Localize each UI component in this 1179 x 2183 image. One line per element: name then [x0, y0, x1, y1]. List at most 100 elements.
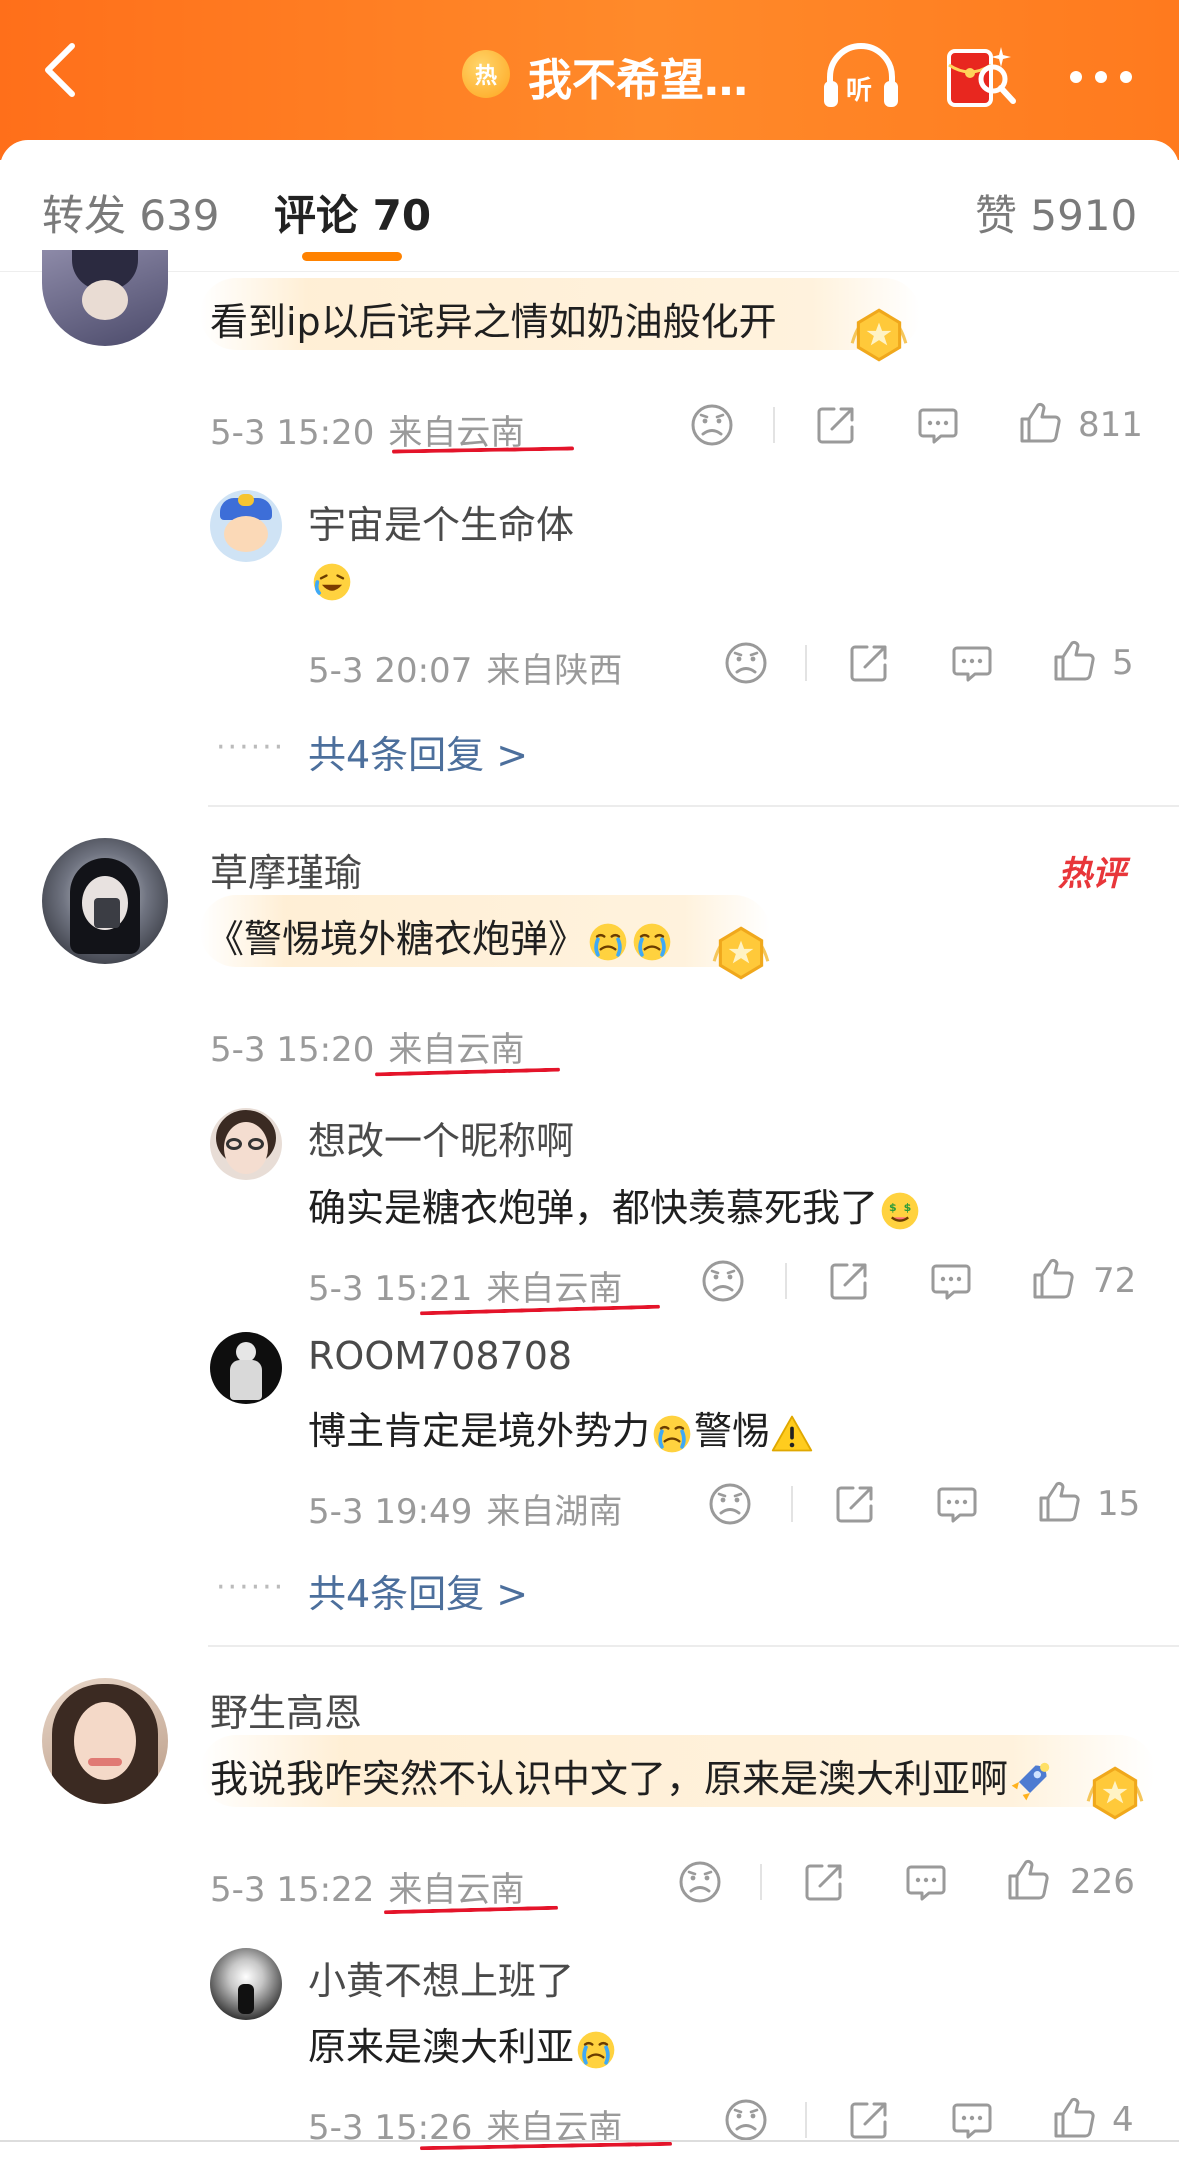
action-separator	[805, 2102, 807, 2138]
thumbs-up-icon[interactable]	[1004, 1856, 1052, 1904]
avatar[interactable]	[42, 250, 168, 346]
tab-comments[interactable]: 评论 70	[274, 182, 431, 243]
more-replies-link[interactable]: 共4条回复 >	[308, 724, 528, 779]
avatar[interactable]	[42, 838, 168, 964]
sad-face-icon[interactable]	[706, 1480, 754, 1528]
like-count: 5	[1112, 643, 1134, 683]
reply-time: 5-3 15:21	[308, 1269, 473, 1309]
avatar[interactable]	[42, 1678, 168, 1804]
hot-comment-badge: 热评	[1058, 854, 1126, 894]
reply-meta: 5-3 19:49 来自湖南	[308, 1484, 622, 1533]
avatar[interactable]	[210, 490, 282, 562]
comment-icon[interactable]	[927, 1257, 975, 1305]
comment-author-name[interactable]: 草摩瑾瑜	[210, 842, 362, 897]
rocket-emoji-icon	[1008, 1760, 1052, 1804]
comment-time: 5-3 15:20	[210, 1030, 375, 1070]
like-count: 72	[1093, 1261, 1137, 1301]
sad-face-icon[interactable]	[688, 401, 736, 449]
reply-text-content: 警惕	[694, 1409, 771, 1453]
more-replies-dots: ······	[216, 730, 286, 765]
action-separator	[791, 1486, 793, 1522]
reply-text: 确实是糖衣炮弹，都快羡慕死我了	[308, 1177, 922, 1233]
thumbs-up-icon[interactable]	[1016, 399, 1064, 447]
reply-time: 5-3 15:26	[308, 2108, 473, 2148]
active-tab-indicator	[302, 252, 402, 261]
reply-author-name[interactable]: 小黄不想上班了	[308, 1950, 574, 2005]
thumbs-up-icon[interactable]	[1029, 1255, 1077, 1303]
crying-emoji-icon	[630, 920, 674, 964]
back-arrow-icon	[45, 43, 75, 97]
share-icon[interactable]	[831, 1480, 879, 1528]
more-replies-link[interactable]: 共4条回复 >	[308, 1563, 528, 1618]
thumbs-up-icon[interactable]	[1050, 2094, 1098, 2142]
comment-icon[interactable]	[902, 1858, 950, 1906]
reply-author-name[interactable]: 想改一个昵称啊	[308, 1110, 574, 1165]
comment-text: 我说我咋突然不认识中文了，原来是澳大利亚啊	[210, 1748, 1052, 1804]
avatar[interactable]	[210, 1108, 282, 1180]
reply-text-content: 博主肯定是境外势力	[308, 1409, 651, 1453]
share-icon[interactable]	[845, 639, 893, 687]
comment-time: 5-3 15:20	[210, 413, 375, 453]
comment-location: 来自云南	[388, 1030, 525, 1070]
thumbs-up-icon[interactable]	[1050, 637, 1098, 685]
action-separator	[805, 645, 807, 681]
comment-author-name[interactable]: 野生高恩	[210, 1682, 362, 1737]
comment-meta: 5-3 15:20 来自云南	[210, 405, 524, 454]
tab-likes[interactable]: 赞 5910	[975, 182, 1137, 243]
thumbs-up-icon[interactable]	[1035, 1478, 1083, 1526]
comment-text: 看到ip以后诧异之情如奶油般化开	[210, 300, 777, 344]
reply-time: 5-3 20:07	[308, 651, 473, 691]
reply-location: 来自云南	[486, 2108, 623, 2148]
like-count: 4	[1112, 2100, 1134, 2140]
gold-medal-icon	[1082, 1760, 1148, 1826]
listen-label: 听	[846, 76, 872, 106]
reply-author-name[interactable]: 宇宙是个生命体	[308, 494, 574, 549]
sad-face-icon[interactable]	[699, 1257, 747, 1305]
reply-text: 原来是澳大利亚	[308, 2016, 618, 2072]
reply-author-name[interactable]: ROOM708708	[308, 1334, 572, 1378]
avatar[interactable]	[210, 1948, 282, 2020]
hot-badge-label: 热	[474, 64, 497, 89]
crying-emoji-icon	[650, 1412, 694, 1456]
red-envelope-button[interactable]	[940, 36, 1022, 118]
gold-medal-icon	[708, 920, 774, 986]
more-options-button[interactable]	[1060, 36, 1142, 118]
share-icon[interactable]	[845, 2096, 893, 2144]
share-icon[interactable]	[812, 401, 860, 449]
listen-button[interactable]: 听	[820, 36, 902, 118]
like-count: 811	[1078, 405, 1143, 445]
money-face-emoji-icon	[878, 1189, 922, 1233]
comment-icon[interactable]	[914, 401, 962, 449]
comment-text-content: 《警惕境外糖衣炮弹》	[206, 917, 587, 961]
sad-face-icon[interactable]	[676, 1858, 724, 1906]
top-nav-bar: 热 我不希望… 听	[0, 0, 1179, 160]
more-icon	[1070, 71, 1132, 83]
warning-emoji-icon	[770, 1412, 814, 1456]
comment-divider	[208, 805, 1179, 807]
avatar[interactable]	[210, 1332, 282, 1404]
comment-icon[interactable]	[948, 639, 996, 687]
comment-divider	[208, 1645, 1179, 1647]
comment-icon[interactable]	[948, 2096, 996, 2144]
headphones-icon: 听	[824, 43, 898, 107]
action-separator	[773, 407, 775, 443]
hot-badge-icon: 热	[462, 50, 510, 98]
reply-text-content: 确实是糖衣炮弹，都快羡慕死我了	[308, 1186, 879, 1230]
comment-text-content: 我说我咋突然不认识中文了，原来是澳大利亚啊	[210, 1757, 1009, 1801]
like-count: 226	[1070, 1862, 1135, 1902]
page-title[interactable]: 我不希望…	[528, 44, 748, 108]
comment-icon[interactable]	[933, 1480, 981, 1528]
action-separator	[785, 1263, 787, 1299]
action-separator	[760, 1864, 762, 1900]
laughing-crying-emoji-icon	[310, 560, 354, 604]
tab-repost[interactable]: 转发 639	[42, 182, 220, 243]
reply-meta: 5-3 15:21 来自云南	[308, 1261, 622, 1310]
comment-time: 5-3 15:22	[210, 1870, 375, 1910]
share-icon[interactable]	[800, 1858, 848, 1906]
sad-face-icon[interactable]	[722, 2096, 770, 2144]
sad-face-icon[interactable]	[722, 639, 770, 687]
share-icon[interactable]	[825, 1257, 873, 1305]
gold-medal-icon	[846, 302, 912, 368]
back-button[interactable]	[30, 40, 90, 100]
comment-meta: 5-3 15:20 来自云南	[210, 1022, 524, 1071]
